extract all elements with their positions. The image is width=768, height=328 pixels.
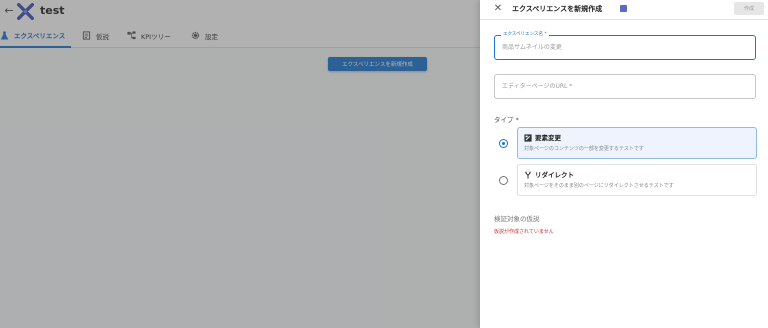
- modal-backdrop[interactable]: [0, 0, 480, 328]
- type-label: タイプ *: [494, 116, 519, 124]
- type-option-redirect[interactable]: リダイレクト 対象ページをそのまま別のページにリダイレクトさせるテストです: [517, 164, 757, 196]
- drawer-title: エクスペリエンスを新規作成: [512, 5, 603, 13]
- close-icon[interactable]: ✕: [491, 2, 505, 16]
- option-title: リダイレクト: [535, 171, 574, 179]
- experience-name-field: エクスペリエンス名 *: [494, 32, 756, 60]
- experience-name-input[interactable]: [502, 41, 750, 54]
- editor-url-field: [494, 74, 756, 99]
- edit-element-icon: [524, 134, 532, 142]
- option-title: 要素変更: [535, 134, 561, 142]
- new-experience-drawer: ✕ エクスペリエンスを新規作成 作成 エクスペリエンス名 * タイプ * 要素変…: [480, 0, 768, 328]
- type-option-element-change[interactable]: 要素変更 対象ページのコンテンツの一部を変更するテストです: [517, 127, 757, 159]
- hypothesis-empty-message: 仮説が作成されていません: [494, 229, 554, 235]
- radio-element-change[interactable]: [499, 139, 508, 148]
- experience-name-label: エクスペリエンス名 *: [501, 32, 549, 38]
- option-description: 対象ページのコンテンツの一部を変更するテストです: [524, 146, 644, 152]
- redirect-icon: [524, 171, 532, 179]
- help-icon[interactable]: [620, 5, 627, 12]
- hypothesis-label: 検証対象の仮説: [494, 215, 540, 223]
- editor-url-input[interactable]: [502, 80, 750, 93]
- create-button[interactable]: 作成: [734, 2, 764, 15]
- drawer-header: ✕ エクスペリエンスを新規作成 作成: [480, 0, 768, 20]
- option-description: 対象ページをそのまま別のページにリダイレクトさせるテストです: [524, 183, 674, 189]
- radio-redirect[interactable]: [499, 176, 508, 185]
